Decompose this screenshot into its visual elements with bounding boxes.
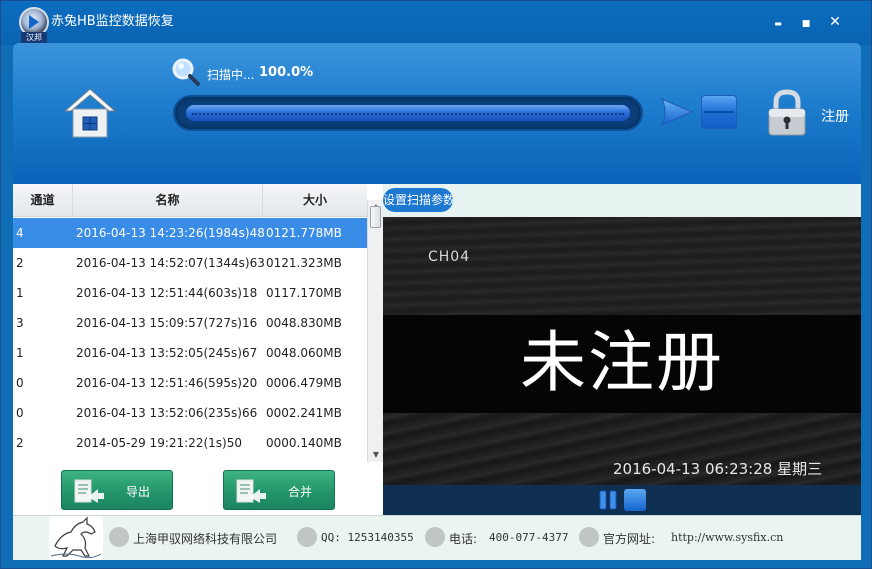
video-scene-top — [383, 217, 861, 315]
merge-button[interactable]: 合并 — [223, 470, 335, 510]
app-window: 汉邦 赤兔HB监控数据恢复 ▬ ■ ✕ 扫描中... 100.0% 注册 通道 … — [0, 0, 872, 569]
export-button-label: 导出 — [126, 485, 151, 499]
cell-size: 0117.170MB — [266, 286, 342, 300]
cell-size: 0048.060MB — [266, 346, 342, 360]
cell-size: 0002.241MB — [266, 406, 342, 420]
pause-icon[interactable] — [597, 489, 619, 511]
cell-name: 2016-04-13 14:23:26(1984s)48 — [76, 226, 265, 240]
stop-icon[interactable] — [701, 95, 737, 129]
cell-size: 0121.778MB — [266, 226, 342, 240]
video-stop-icon[interactable] — [624, 489, 646, 511]
table-row[interactable]: 1 2016-04-13 12:51:44(603s)18 0117.170MB — [13, 278, 367, 308]
cell-channel: 4 — [16, 226, 24, 240]
recording-list: 4 2016-04-13 14:23:26(1984s)48 0121.778M… — [13, 218, 367, 458]
table-row[interactable]: 2 2016-04-13 14:52:07(1344s)63 0121.323M… — [13, 248, 367, 278]
toolbar-header: 扫描中... 100.0% 注册 — [13, 43, 861, 184]
scan-percent: 100.0% — [259, 65, 314, 80]
column-header-size[interactable]: 大小 — [263, 184, 367, 217]
lock-icon[interactable] — [765, 89, 809, 137]
scan-progress-bar — [173, 95, 643, 131]
search-icon — [171, 57, 201, 87]
video-controls — [383, 485, 861, 515]
table-row[interactable]: 4 2016-04-13 14:23:26(1984s)48 0121.778M… — [13, 218, 367, 248]
cell-size: 0000.140MB — [266, 436, 342, 450]
cell-size: 0121.323MB — [266, 256, 342, 270]
maximize-button[interactable]: ■ — [792, 11, 820, 33]
scan-settings-button[interactable]: 设置扫描参数 — [383, 188, 453, 212]
footer-bar: 上海甲驭网络科技有限公司 QQ: 1253140355 电话: 400-077-… — [13, 515, 861, 560]
cell-name: 2016-04-13 12:51:46(595s)20 — [76, 376, 258, 390]
cell-channel: 1 — [16, 286, 24, 300]
close-button[interactable]: ✕ — [821, 11, 849, 33]
cell-name: 2016-04-13 13:52:06(235s)66 — [76, 406, 258, 420]
cell-name: 2016-04-13 13:52:05(245s)67 — [76, 346, 258, 360]
cell-name: 2016-04-13 12:51:44(603s)18 — [76, 286, 258, 300]
export-icon — [74, 479, 106, 503]
scroll-thumb[interactable] — [370, 206, 381, 228]
minimize-icon: ▬ — [774, 19, 782, 28]
scan-progress-fill — [185, 104, 631, 122]
company-name: 上海甲驭网络科技有限公司 — [133, 532, 278, 546]
list-header: 通道 名称 大小 — [13, 184, 367, 217]
video-channel-label: CH04 — [428, 249, 471, 265]
table-row[interactable]: 2 2014-05-29 19:21:22(1s)50 0000.140MB — [13, 428, 367, 458]
register-button[interactable]: 注册 — [821, 106, 849, 126]
cell-name: 2016-04-13 15:09:57(727s)16 — [76, 316, 258, 330]
website-label: 官方网址: — [603, 532, 656, 546]
scroll-down-icon[interactable]: ▼ — [368, 448, 384, 462]
maximize-icon: ■ — [801, 19, 811, 29]
cell-name: 2014-05-29 19:21:22(1s)50 — [76, 436, 242, 450]
cell-channel: 1 — [16, 346, 24, 360]
title-bar[interactable]: 汉邦 赤兔HB监控数据恢复 ▬ ■ ✕ — [1, 1, 871, 45]
video-preview-panel: 设置扫描参数 CH04 未注册 2016-04-13 06:23:28 星期三 — [383, 184, 861, 515]
list-scrollbar[interactable]: ▲ ▼ — [367, 200, 383, 462]
cell-channel: 0 — [16, 406, 24, 420]
table-row[interactable]: 1 2016-04-13 13:52:05(245s)67 0048.060MB — [13, 338, 367, 368]
cell-channel: 2 — [16, 256, 24, 270]
phone-number: 400-077-4377 — [489, 531, 569, 544]
cell-size: 0048.830MB — [266, 316, 342, 330]
column-header-channel[interactable]: 通道 — [13, 184, 73, 217]
merge-button-label: 合并 — [288, 485, 313, 499]
qq-number: QQ: 1253140355 — [321, 531, 414, 544]
column-header-name[interactable]: 名称 — [73, 184, 263, 217]
cell-channel: 3 — [16, 316, 24, 330]
globe-icon — [579, 527, 599, 547]
qq-icon — [297, 527, 317, 547]
home-icon[interactable] — [63, 87, 117, 139]
website-link[interactable]: http://www.sysfix.cn — [671, 531, 783, 544]
cell-channel: 2 — [16, 436, 24, 450]
video-timestamp: 2016-04-13 06:23:28 星期三 — [613, 460, 823, 478]
unregistered-watermark: 未注册 — [520, 324, 724, 401]
table-row[interactable]: 3 2016-04-13 15:09:57(727s)16 0048.830MB — [13, 308, 367, 338]
table-row[interactable]: 0 2016-04-13 13:52:06(235s)66 0002.241MB — [13, 398, 367, 428]
table-row[interactable]: 0 2016-04-13 12:51:46(595s)20 0006.479MB — [13, 368, 367, 398]
close-icon: ✕ — [829, 14, 841, 30]
building-icon — [109, 527, 129, 547]
scan-status-label: 扫描中... — [207, 68, 255, 82]
play-icon[interactable] — [660, 97, 694, 127]
video-frame: CH04 未注册 2016-04-13 06:23:28 星期三 — [383, 217, 861, 485]
minimize-button[interactable]: ▬ — [764, 11, 792, 33]
phone-icon — [425, 527, 445, 547]
cell-size: 0006.479MB — [266, 376, 342, 390]
export-button[interactable]: 导出 — [61, 470, 173, 510]
app-title: 赤兔HB监控数据恢复 — [51, 14, 174, 29]
recording-list-panel: 通道 名称 大小 4 2016-04-13 14:23:26(1984s)48 … — [13, 184, 383, 515]
horse-logo-icon — [49, 516, 103, 560]
phone-label: 电话: — [449, 532, 478, 546]
merge-icon — [236, 479, 268, 503]
app-logo-icon: 汉邦 — [17, 7, 51, 44]
cell-name: 2016-04-13 14:52:07(1344s)63 — [76, 256, 265, 270]
cell-channel: 0 — [16, 376, 24, 390]
